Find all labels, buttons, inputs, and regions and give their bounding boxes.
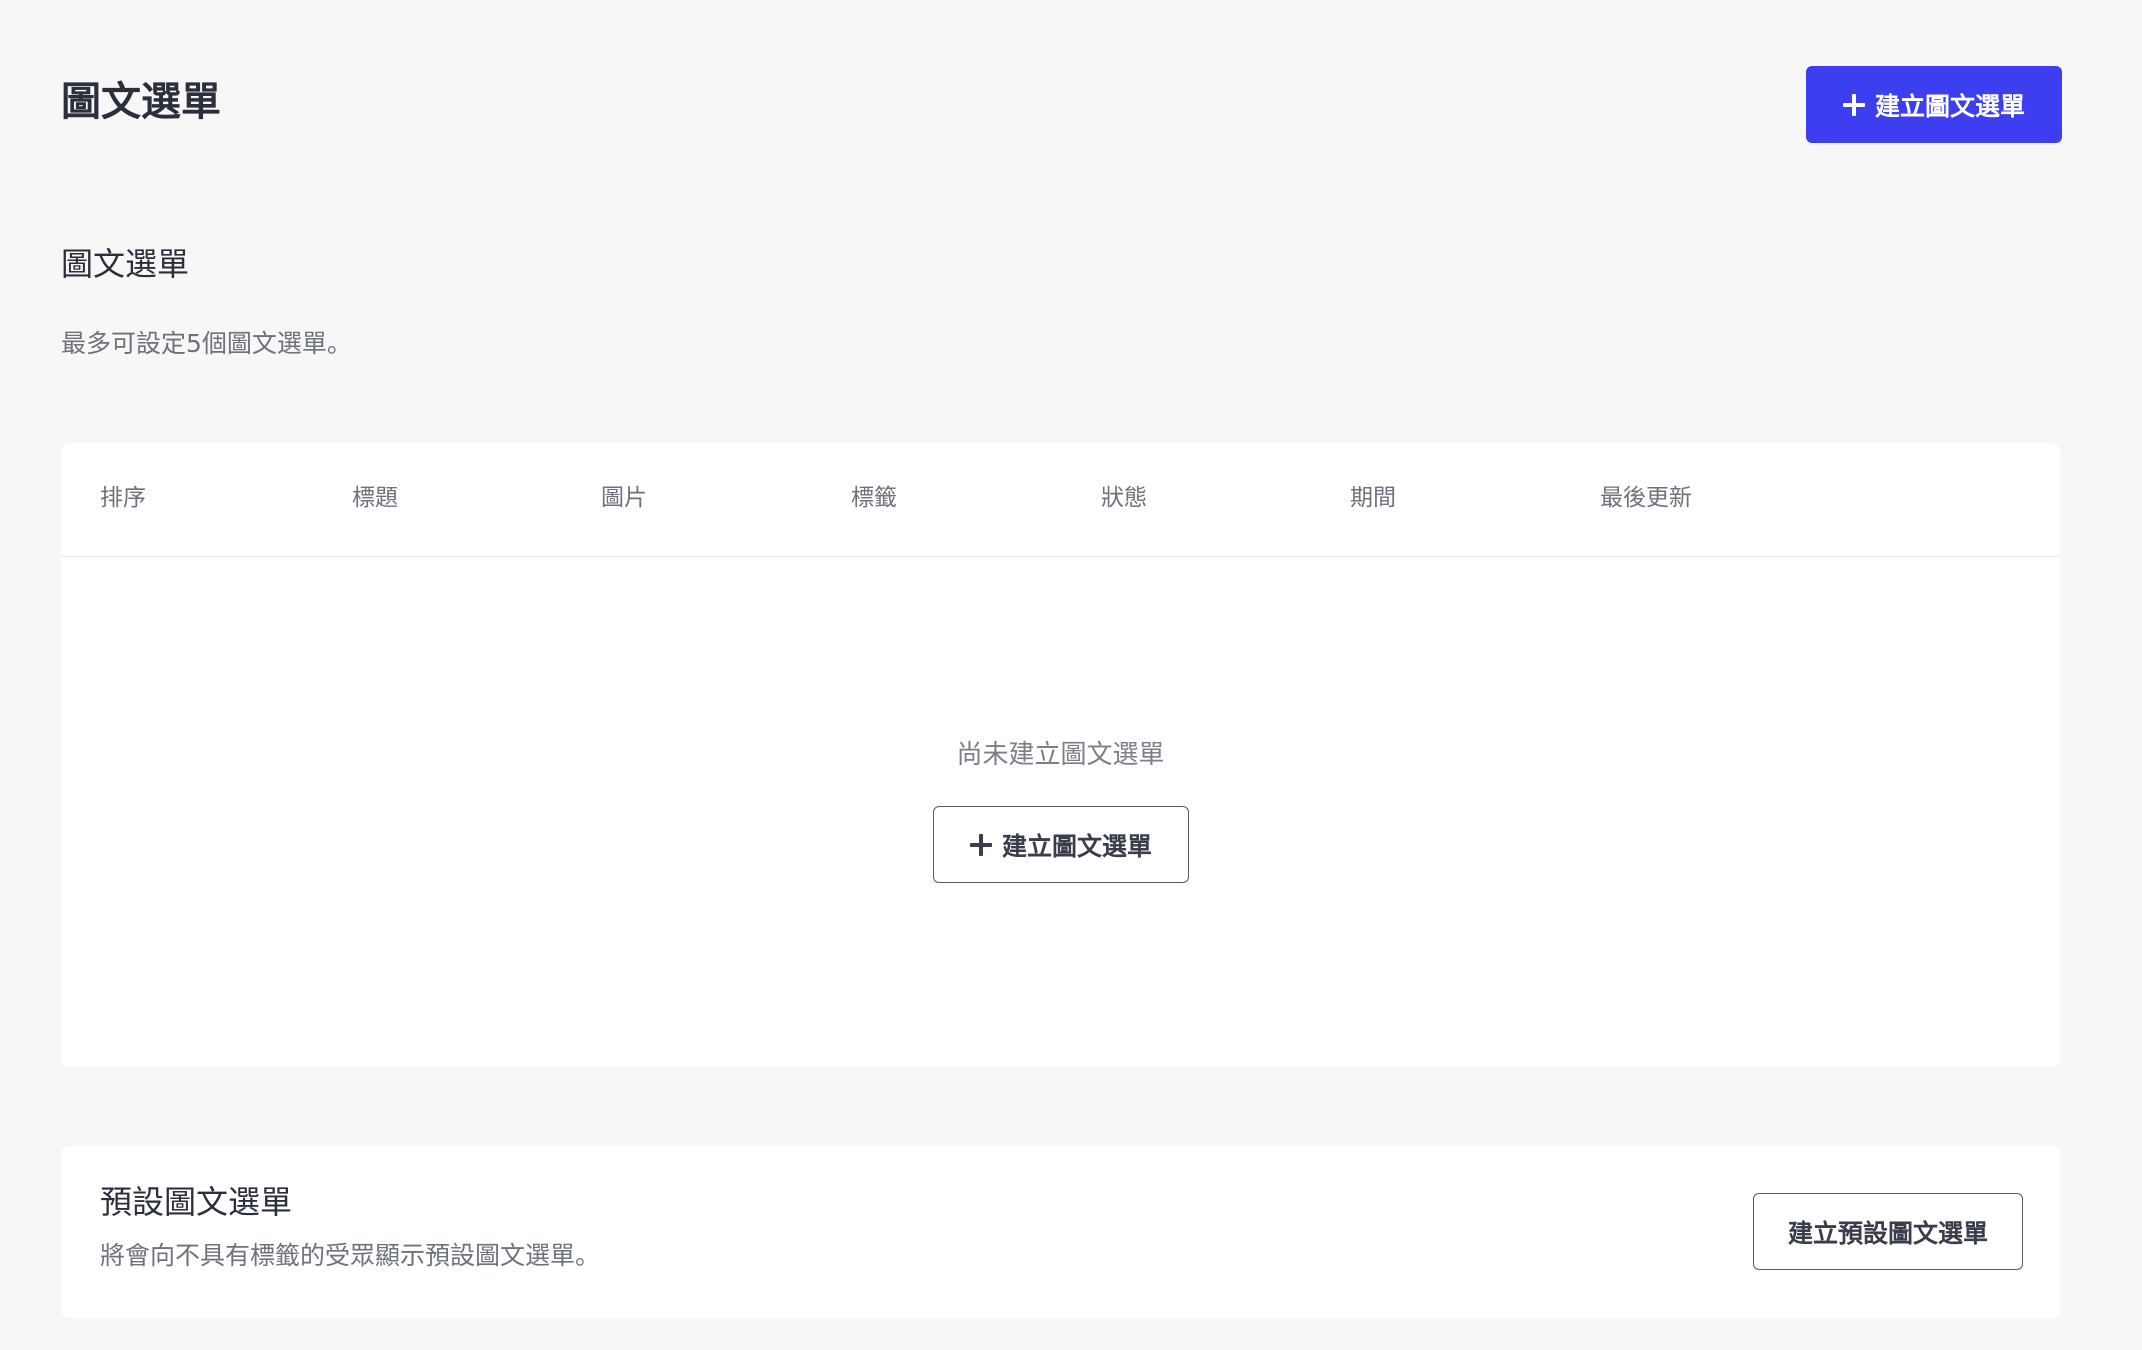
empty-state-text: 尚未建立圖文選單 — [956, 740, 1165, 770]
column-header-tag: 標籤 — [851, 485, 897, 511]
column-header-status: 狀態 — [1101, 485, 1147, 511]
plus-icon — [969, 833, 992, 856]
default-menu-card: 預設圖文選單 將會向不具有標籤的受眾顯示預設圖文選單。 建立預設圖文選單 — [61, 1146, 2060, 1318]
table-header: 排序 標題 圖片 標籤 狀態 期間 最後更新 — [61, 443, 2060, 557]
column-header-period: 期間 — [1350, 485, 1396, 511]
column-header-order: 排序 — [100, 485, 146, 511]
section-description: 最多可設定5個圖文選單。 — [61, 329, 352, 358]
empty-state-create-label: 建立圖文選單 — [1001, 831, 1152, 861]
create-default-menu-button[interactable]: 建立預設圖文選單 — [1753, 1193, 2023, 1270]
rich-menu-table: 排序 標題 圖片 標籤 狀態 期間 最後更新 尚未建立圖文選單 建立圖文選單 — [61, 443, 2060, 1067]
page-title: 圖文選單 — [61, 79, 221, 125]
default-menu-description: 將會向不具有標籤的受眾顯示預設圖文選單。 — [100, 1241, 601, 1270]
column-header-image: 圖片 — [601, 485, 647, 511]
default-menu-title: 預設圖文選單 — [100, 1183, 293, 1221]
create-rich-menu-label: 建立圖文選單 — [1874, 91, 2025, 121]
column-header-title: 標題 — [352, 485, 398, 511]
column-header-last-updated: 最後更新 — [1600, 485, 1692, 511]
section-title: 圖文選單 — [61, 245, 190, 283]
create-default-menu-label: 建立預設圖文選單 — [1787, 1218, 1988, 1248]
plus-icon — [1842, 93, 1865, 116]
create-rich-menu-button[interactable]: 建立圖文選單 — [1806, 66, 2062, 143]
empty-state-create-button[interactable]: 建立圖文選單 — [933, 806, 1189, 883]
